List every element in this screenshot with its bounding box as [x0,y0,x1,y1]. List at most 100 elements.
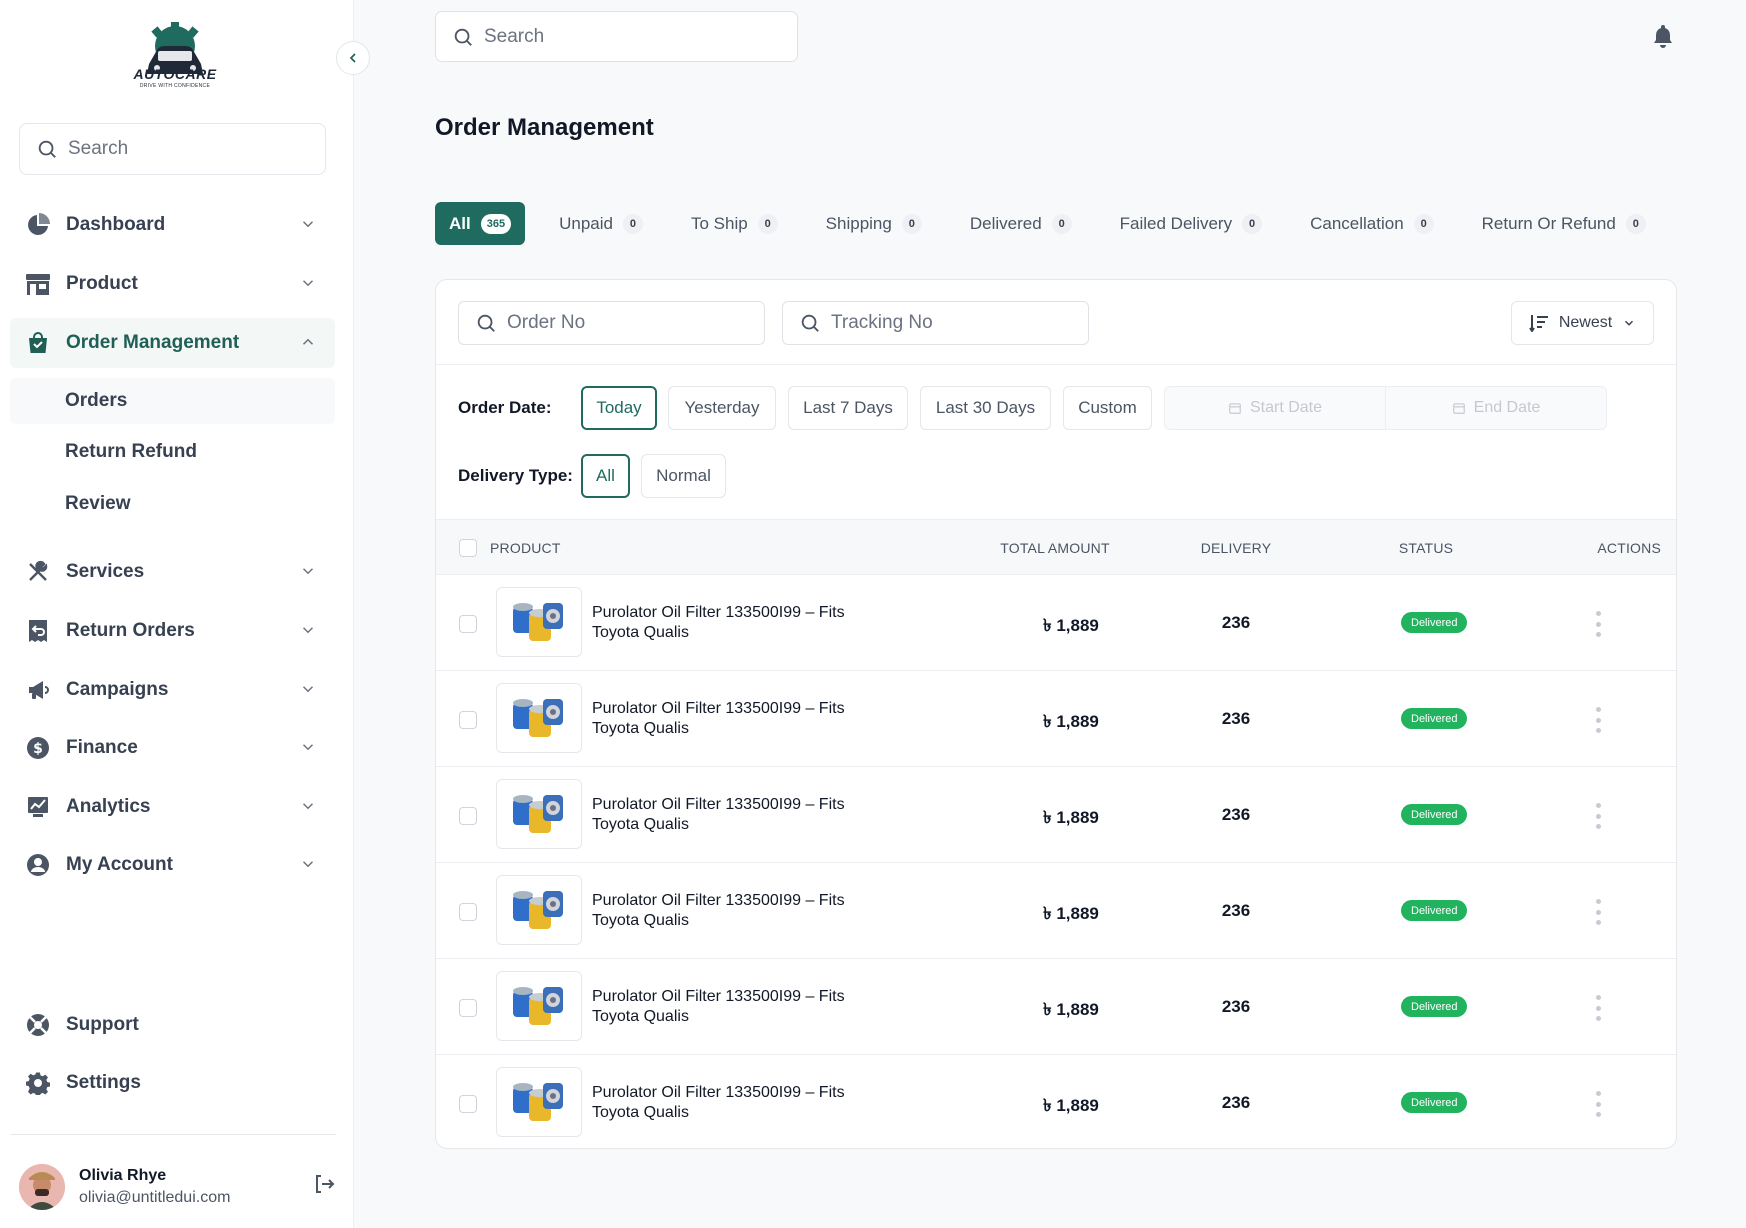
tab-return-or-refund[interactable]: Return Or Refund 0 [1468,202,1660,245]
row-actions-menu-icon[interactable] [1588,993,1608,1023]
sidebar-item-analytics[interactable]: Analytics [10,782,335,832]
sidebar-item-campaigns[interactable]: Campaigns [10,665,335,715]
row-actions-menu-icon[interactable] [1588,801,1608,831]
sidebar-subitem-return-refund[interactable]: Return Refund [10,429,335,475]
date-range-picker[interactable]: Start Date End Date [1164,386,1607,430]
date-option-last-7-days[interactable]: Last 7 Days [788,386,908,430]
tracking-no-input[interactable]: Tracking No [782,301,1089,345]
sidebar-item-settings[interactable]: Settings [10,1058,335,1108]
table-row[interactable]: Purolator Oil Filter 133500I99 – Fits To… [436,767,1676,863]
sidebar-item-finance[interactable]: $ Finance [10,723,335,773]
tab-delivered[interactable]: Delivered 0 [956,202,1086,245]
logout-icon[interactable] [312,1172,336,1201]
divider [436,364,1676,365]
sidebar-item-order-management[interactable]: Order Management [10,318,335,368]
chevron-down-icon [299,680,317,704]
table-row[interactable]: Purolator Oil Filter 133500I99 – Fits To… [436,671,1676,767]
notification-bell-icon[interactable] [1652,24,1674,53]
status-badge: Delivered [1401,996,1468,1017]
sidebar-item-label: Dashboard [66,214,166,235]
sidebar-subitem-label: Orders [65,390,128,411]
row-actions-menu-icon[interactable] [1588,1089,1608,1119]
tab-count-badge: 0 [757,213,778,234]
tab-label: To Ship [690,213,748,233]
sidebar-item-return-orders[interactable]: Return Orders [10,606,335,656]
total-amount: ৳ 1,889 [1043,1096,1099,1115]
chip-label: Last 30 Days [935,398,1036,417]
table-row[interactable]: Purolator Oil Filter 133500I99 – Fits To… [436,959,1676,1055]
date-option-yesterday[interactable]: Yesterday [668,386,776,430]
tab-unpaid[interactable]: Unpaid 0 [545,202,657,245]
tab-count-badge: 0 [1051,213,1072,234]
autocare-logo[interactable]: AUTOCARE DRIVE WITH CONFIDENCE [125,22,225,94]
tab-all[interactable]: All 365 [435,202,526,245]
end-date-field[interactable]: End Date [1386,387,1606,429]
status-badge: Delivered [1401,1092,1468,1113]
row-actions-menu-icon[interactable] [1588,897,1608,927]
end-date-placeholder: End Date [1473,399,1541,416]
chevron-down-icon [299,562,317,586]
sidebar-item-support[interactable]: Support [10,1000,335,1050]
tab-failed-delivery[interactable]: Failed Delivery 0 [1106,202,1276,245]
global-search-input[interactable]: Search [435,11,798,62]
row-checkbox[interactable] [459,711,477,729]
tab-to-ship[interactable]: To Ship 0 [677,202,792,245]
tab-label: Unpaid [559,213,613,233]
svg-text:$: $ [33,741,43,757]
sidebar-item-product[interactable]: Product [10,259,335,309]
delivery-option-all[interactable]: All [581,454,630,498]
tab-label: Shipping [825,213,892,233]
user-profile[interactable]: Olivia Rhye olivia@untitledui.com [19,1164,230,1210]
sidebar-item-my-account[interactable]: My Account [10,840,335,890]
sidebar-item-dashboard[interactable]: Dashboard [10,200,335,250]
delivery-option-normal[interactable]: Normal [641,454,726,498]
tab-label: Delivered [969,213,1042,233]
product-thumbnail [496,875,582,945]
table-row[interactable]: Purolator Oil Filter 133500I99 – Fits To… [436,1055,1676,1148]
collapse-sidebar-button[interactable] [336,41,370,75]
sidebar-item-label: Return Orders [66,620,195,641]
tab-label: Failed Delivery [1119,213,1233,233]
order-status-tabs: All 365 Unpaid 0 To Ship 0 Shipping 0 Delive… [435,202,1680,245]
tab-count-badge: 0 [1625,213,1646,234]
sidebar-subitem-orders[interactable]: Orders [10,378,335,424]
user-name: Olivia Rhye [79,1167,167,1184]
chevron-down-icon [299,215,317,239]
product-thumbnail [496,1067,582,1137]
user-circle-icon [25,852,51,878]
select-all-checkbox[interactable] [459,539,477,557]
date-option-last-30-days[interactable]: Last 30 Days [920,386,1051,430]
tab-label: All [449,213,471,233]
tab-shipping[interactable]: Shipping 0 [812,202,936,245]
sidebar-item-label: Campaigns [66,679,169,700]
order-no-input[interactable]: Order No [458,301,765,345]
date-option-custom[interactable]: Custom [1063,386,1152,430]
start-date-field[interactable]: Start Date [1165,387,1386,429]
search-icon [454,28,472,46]
life-buoy-icon [25,1012,51,1038]
row-checkbox[interactable] [459,903,477,921]
table-row[interactable]: Purolator Oil Filter 133500I99 – Fits To… [436,575,1676,671]
tab-cancellation[interactable]: Cancellation 0 [1296,202,1448,245]
chip-label: Custom [1078,398,1137,417]
row-checkbox[interactable] [459,999,477,1017]
sidebar-search-input[interactable]: Search [19,123,326,175]
row-actions-menu-icon[interactable] [1588,705,1608,735]
row-checkbox[interactable] [459,615,477,633]
row-checkbox[interactable] [459,807,477,825]
date-option-today[interactable]: Today [581,386,657,430]
chevron-down-icon [299,797,317,821]
sidebar-subitem-review[interactable]: Review [10,481,335,527]
row-checkbox[interactable] [459,1095,477,1113]
table-row[interactable]: Purolator Oil Filter 133500I99 – Fits To… [436,863,1676,959]
product-name: Purolator Oil Filter 133500I99 – Fits To… [592,604,845,641]
total-amount: ৳ 1,889 [1043,1000,1099,1019]
sort-dropdown[interactable]: Newest [1511,301,1654,345]
table-header: PRODUCT TOTAL AMOUNT DELIVERY STATUS ACT… [436,519,1676,575]
sidebar-item-label: Services [66,561,145,582]
sidebar: AUTOCARE DRIVE WITH CONFIDENCE Search Da… [0,0,354,1228]
row-actions-menu-icon[interactable] [1588,609,1608,639]
product-thumbnail [496,587,582,657]
sidebar-item-services[interactable]: Services [10,547,335,597]
tracking-no-placeholder: Tracking No [831,312,933,333]
